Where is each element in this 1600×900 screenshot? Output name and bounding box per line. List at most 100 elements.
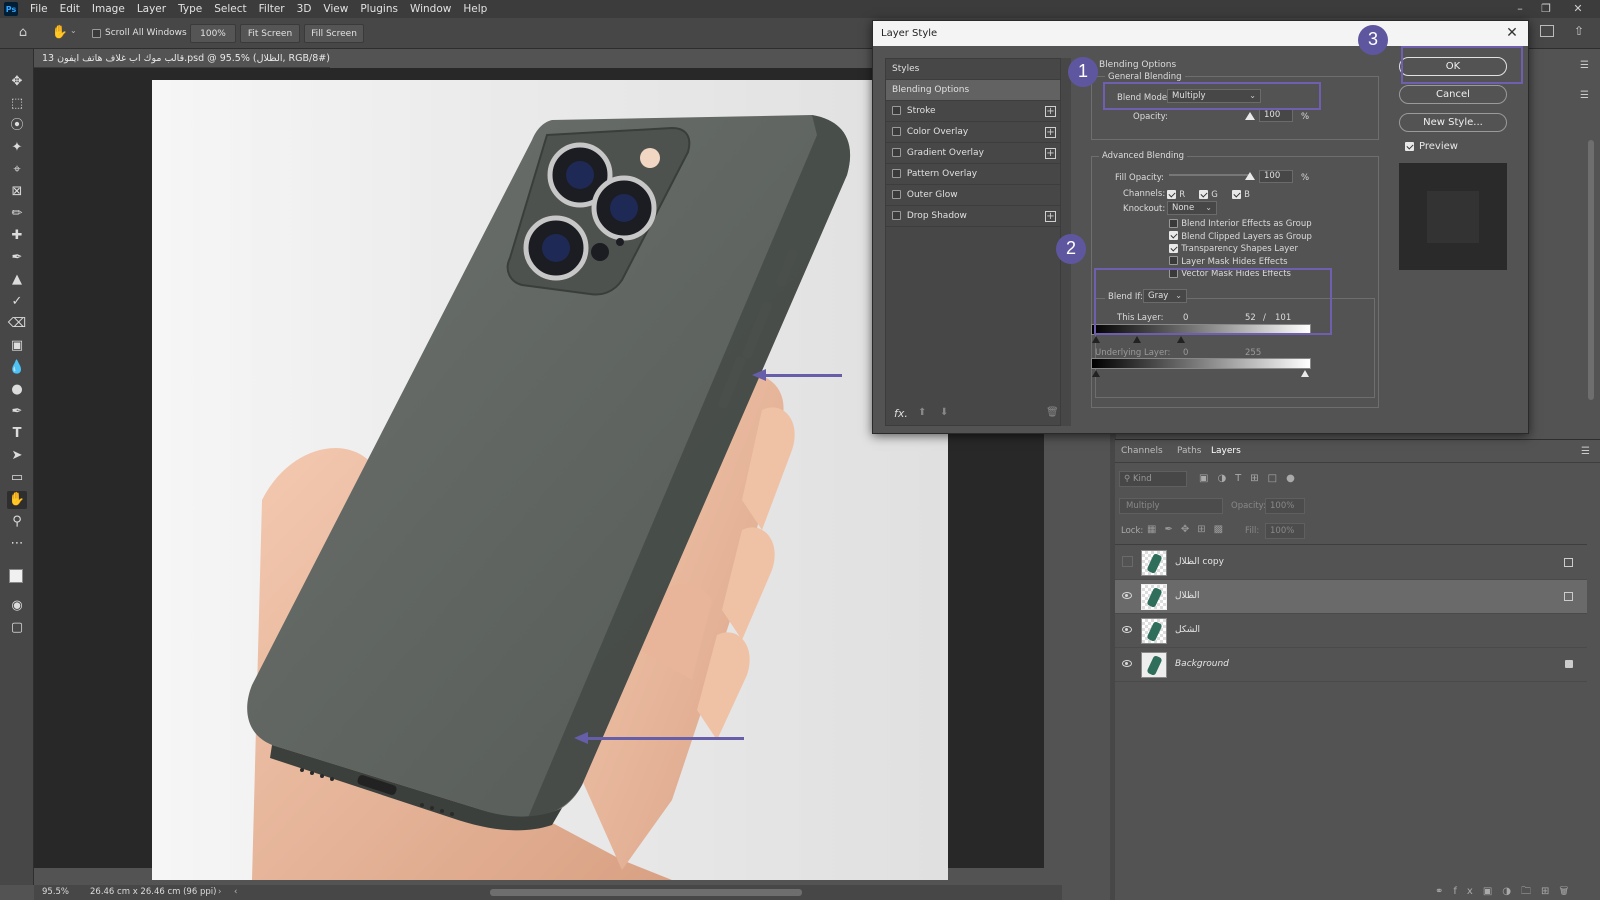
add-color-overlay-icon[interactable]: + bbox=[1045, 127, 1056, 138]
style-item-outer-glow[interactable]: Outer Glow bbox=[886, 185, 1060, 206]
cancel-button[interactable]: Cancel bbox=[1399, 85, 1507, 104]
panel-menu-icon[interactable]: ☰ bbox=[1580, 60, 1590, 71]
healing-brush-icon[interactable]: ✚ bbox=[7, 227, 27, 245]
dodge-tool-icon[interactable]: ● bbox=[7, 381, 27, 399]
more-tools-icon[interactable]: ⋯ bbox=[7, 535, 27, 553]
menu-image[interactable]: Image bbox=[86, 3, 131, 15]
brush-tool-icon[interactable]: ✒ bbox=[7, 249, 27, 267]
zoom-tool-icon[interactable]: ⚲ bbox=[7, 513, 27, 531]
tab-paths[interactable]: Paths bbox=[1177, 446, 1201, 456]
menu-layer[interactable]: Layer bbox=[131, 3, 172, 15]
move-tool-icon[interactable]: ✥ bbox=[7, 73, 27, 91]
style-item-stroke[interactable]: Stroke + bbox=[886, 101, 1060, 122]
eye-icon[interactable] bbox=[1122, 592, 1132, 599]
add-gradient-overlay-icon[interactable]: + bbox=[1045, 148, 1056, 159]
channel-r-checkbox[interactable]: R bbox=[1167, 189, 1185, 200]
stroke-checkbox[interactable] bbox=[892, 106, 901, 115]
knockout-select[interactable]: None ⌄ bbox=[1167, 201, 1217, 215]
hand-tool-icon[interactable]: ✋ bbox=[7, 491, 27, 509]
foreground-color-swatch[interactable] bbox=[9, 569, 23, 583]
layers-panel-menu-icon[interactable]: ☰ bbox=[1581, 446, 1590, 457]
new-style-button[interactable]: New Style... bbox=[1399, 113, 1507, 132]
panel-menu-icon-2[interactable]: ☰ bbox=[1580, 90, 1590, 101]
workspace-icon[interactable] bbox=[1540, 25, 1554, 37]
move-up-icon[interactable]: ⬆ bbox=[918, 407, 926, 418]
eye-icon[interactable] bbox=[1122, 626, 1132, 633]
rectangle-tool-icon[interactable]: ▭ bbox=[7, 469, 27, 487]
eraser-icon[interactable]: ⌫ bbox=[7, 315, 27, 333]
this-layer-split-slider-left[interactable] bbox=[1133, 336, 1141, 343]
this-layer-split-slider-right[interactable] bbox=[1177, 336, 1185, 343]
magic-wand-icon[interactable]: ✦ bbox=[7, 139, 27, 157]
menu-3d[interactable]: 3D bbox=[291, 3, 318, 15]
layer-blend-mode-select[interactable]: Multiply bbox=[1119, 498, 1223, 514]
eyedropper-icon[interactable]: ✏ bbox=[7, 205, 27, 223]
fill-opacity-input[interactable]: 100 bbox=[1259, 170, 1293, 183]
layer-row[interactable]: الظلال copy bbox=[1115, 546, 1587, 580]
styles-header[interactable]: Styles bbox=[886, 59, 1060, 80]
path-selection-icon[interactable]: ➤ bbox=[7, 447, 27, 465]
marquee-tool-icon[interactable]: ⬚ bbox=[7, 95, 27, 113]
style-item-color-overlay[interactable]: Color Overlay + bbox=[886, 122, 1060, 143]
drop-shadow-checkbox[interactable] bbox=[892, 211, 901, 220]
transparency-shapes-checkbox[interactable]: Transparency Shapes Layer bbox=[1169, 243, 1312, 256]
delete-effect-icon[interactable]: 🗑 bbox=[1046, 407, 1059, 418]
opacity-slider-knob[interactable] bbox=[1245, 112, 1255, 120]
channel-g-checkbox[interactable]: G bbox=[1199, 189, 1218, 200]
style-item-drop-shadow[interactable]: Drop Shadow + bbox=[886, 206, 1060, 227]
frame-tool-icon[interactable]: ⊠ bbox=[7, 183, 27, 201]
add-stroke-icon[interactable]: + bbox=[1045, 106, 1056, 117]
add-drop-shadow-icon[interactable]: + bbox=[1045, 211, 1056, 222]
fill-opacity-slider-knob[interactable] bbox=[1245, 172, 1255, 180]
fx-menu-icon[interactable]: fx. bbox=[894, 407, 908, 420]
channel-b-checkbox[interactable]: B bbox=[1231, 189, 1250, 200]
underlying-black-slider[interactable] bbox=[1092, 370, 1100, 377]
dialog-close-icon[interactable]: ✕ bbox=[1504, 24, 1520, 42]
chevron-down-icon[interactable]: ⌄ bbox=[70, 26, 77, 35]
filter-type-icons[interactable]: ▣◑T⊞□● bbox=[1199, 473, 1304, 484]
menu-edit[interactable]: Edit bbox=[54, 3, 86, 15]
color-overlay-checkbox[interactable] bbox=[892, 127, 901, 136]
stamp-tool-icon[interactable]: ▲ bbox=[7, 271, 27, 289]
fit-screen-button[interactable]: Fit Screen bbox=[240, 24, 300, 43]
layer-row[interactable]: الشكل bbox=[1115, 614, 1587, 648]
move-down-icon[interactable]: ⬇ bbox=[940, 407, 948, 418]
underlying-white-slider[interactable] bbox=[1301, 370, 1309, 377]
tab-channels[interactable]: Channels bbox=[1121, 446, 1163, 456]
menu-window[interactable]: Window bbox=[404, 3, 457, 15]
underlying-gradient-bar[interactable] bbox=[1091, 358, 1311, 369]
gradient-tool-icon[interactable]: ▣ bbox=[7, 337, 27, 355]
layer-opacity-input[interactable]: 100% bbox=[1265, 498, 1305, 514]
zoom-100-button[interactable]: 100% bbox=[190, 24, 236, 43]
gradient-overlay-checkbox[interactable] bbox=[892, 148, 901, 157]
lasso-tool-icon[interactable]: ⦿ bbox=[7, 117, 27, 135]
minimize-icon[interactable]: – bbox=[1508, 0, 1532, 18]
close-window-icon[interactable]: ✕ bbox=[1566, 0, 1590, 18]
tab-layers[interactable]: Layers bbox=[1211, 446, 1241, 456]
layer-fill-input[interactable]: 100% bbox=[1265, 523, 1305, 539]
menu-filter[interactable]: Filter bbox=[253, 3, 291, 15]
chevron-right-icon[interactable]: › bbox=[218, 885, 221, 900]
blend-interior-checkbox[interactable]: Blend Interior Effects as Group bbox=[1169, 218, 1312, 231]
type-tool-icon[interactable]: T bbox=[7, 425, 27, 443]
style-item-blending-options[interactable]: Blending Options bbox=[886, 80, 1060, 101]
layer-row-selected[interactable]: الظلال bbox=[1115, 580, 1587, 614]
share-icon[interactable]: ⇧ bbox=[1574, 24, 1588, 38]
history-brush-icon[interactable]: ✓ bbox=[7, 293, 27, 311]
opacity-input[interactable]: 100 bbox=[1259, 109, 1293, 122]
lock-options-icons[interactable]: ▦✒✥⊞▩ bbox=[1147, 524, 1231, 535]
blur-tool-icon[interactable]: 💧 bbox=[7, 359, 27, 377]
visibility-toggle-off[interactable] bbox=[1122, 556, 1133, 567]
eye-icon[interactable] bbox=[1122, 660, 1132, 667]
hand-tool-preset-icon[interactable]: ✋ bbox=[50, 24, 70, 42]
this-layer-black-slider[interactable] bbox=[1092, 336, 1100, 343]
preview-checkbox[interactable]: Preview bbox=[1405, 141, 1458, 152]
fill-screen-button[interactable]: Fill Screen bbox=[304, 24, 364, 43]
pen-tool-icon[interactable]: ✒ bbox=[7, 403, 27, 421]
layers-footer-icons[interactable]: ⚭fx▣◑🗀⊞🗑 bbox=[1435, 884, 1578, 900]
outer-glow-checkbox[interactable] bbox=[892, 190, 901, 199]
style-item-pattern-overlay[interactable]: Pattern Overlay bbox=[886, 164, 1060, 185]
fill-opacity-slider-track[interactable] bbox=[1169, 174, 1251, 176]
layer-mask-hides-checkbox[interactable]: Layer Mask Hides Effects bbox=[1169, 256, 1312, 269]
horizontal-scroll-thumb[interactable] bbox=[490, 889, 802, 896]
